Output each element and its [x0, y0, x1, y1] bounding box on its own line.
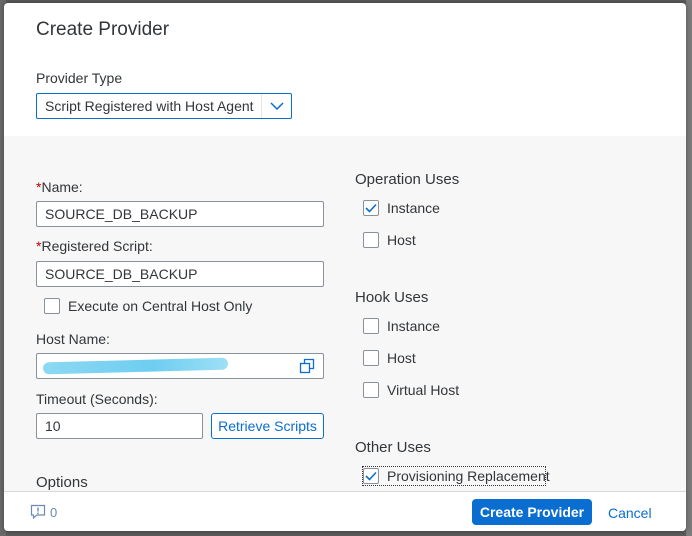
options-title: Options — [36, 474, 88, 491]
provider-type-select[interactable]: Script Registered with Host Agent — [36, 93, 292, 119]
registered-script-label-text: Registered Script: — [41, 238, 153, 254]
provisioning-replacement-checkbox[interactable] — [363, 468, 379, 484]
name-label-text: Name: — [41, 179, 83, 195]
hook-uses-title: Hook Uses — [355, 289, 429, 306]
create-provider-button[interactable]: Create Provider — [472, 499, 592, 525]
chevron-down-icon[interactable] — [261, 94, 291, 118]
hook-host-label: Host — [387, 350, 416, 366]
timeout-input[interactable]: 10 — [36, 413, 203, 439]
name-input[interactable]: SOURCE_DB_BACKUP — [36, 201, 324, 227]
checkmark-icon — [365, 471, 377, 481]
hook-instance-checkbox[interactable] — [363, 318, 379, 334]
hook-virtual-host-checkbox[interactable] — [363, 382, 379, 398]
registered-script-input[interactable]: SOURCE_DB_BACKUP — [36, 261, 324, 287]
central-host-label: Execute on Central Host Only — [68, 298, 253, 314]
name-label: *Name: — [36, 179, 83, 195]
retrieve-scripts-button[interactable]: Retrieve Scripts — [211, 413, 324, 439]
provisioning-replacement-label: Provisioning Replacement — [387, 468, 550, 484]
host-name-label: Host Name: — [36, 331, 110, 347]
cancel-button[interactable]: Cancel — [608, 505, 652, 521]
operation-host-label: Host — [387, 232, 416, 248]
value-help-icon[interactable] — [299, 358, 315, 377]
message-icon — [30, 504, 46, 520]
registered-script-label: *Registered Script: — [36, 238, 153, 254]
operation-instance-checkbox[interactable] — [363, 200, 379, 216]
provider-type-label: Provider Type — [36, 70, 123, 86]
operation-host-checkbox[interactable] — [363, 232, 379, 248]
checkmark-icon — [365, 203, 377, 213]
create-provider-dialog: Create Provider Provider Type Script Reg… — [4, 3, 686, 531]
message-popover-button[interactable]: 0 — [30, 504, 57, 520]
hook-virtual-host-label: Virtual Host — [387, 382, 460, 398]
message-count: 0 — [50, 504, 58, 520]
timeout-label: Timeout (Seconds): — [36, 391, 158, 407]
host-name-input[interactable] — [36, 353, 324, 379]
backdrop-right — [686, 0, 692, 536]
operation-uses-title: Operation Uses — [355, 171, 460, 188]
redacted-host-name — [42, 357, 229, 375]
other-uses-title: Other Uses — [355, 439, 431, 456]
hook-instance-label: Instance — [387, 318, 440, 334]
dialog-footer: 0 Create Provider Cancel — [4, 491, 686, 531]
operation-instance-label: Instance — [387, 200, 440, 216]
central-host-checkbox[interactable] — [44, 298, 60, 314]
provider-type-value: Script Registered with Host Agent — [45, 98, 254, 114]
dialog-title: Create Provider — [36, 19, 170, 40]
hook-host-checkbox[interactable] — [363, 350, 379, 366]
